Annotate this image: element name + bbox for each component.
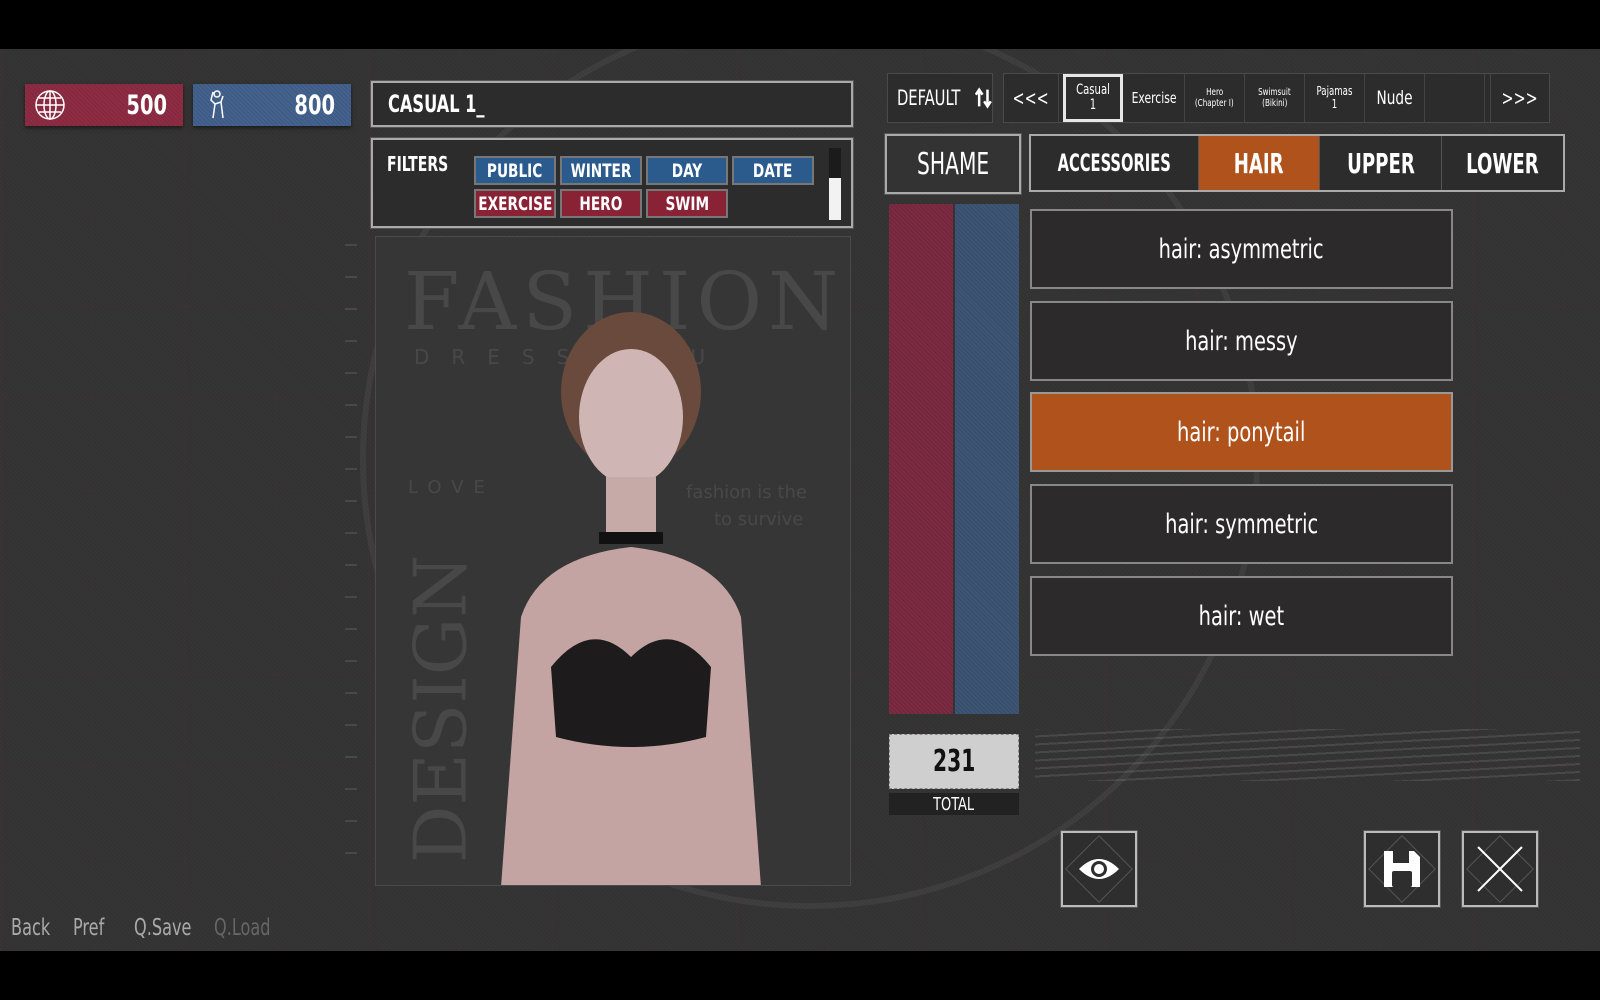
close-x-icon xyxy=(1477,846,1523,892)
shame-meter-blue xyxy=(955,204,1019,714)
tab-hair[interactable]: HAIR xyxy=(1198,136,1321,190)
filter-chip-label: HERO xyxy=(579,192,623,215)
filters-scrollbar[interactable] xyxy=(829,148,841,220)
tab-label: LOWER xyxy=(1466,146,1539,180)
decorative-stripes xyxy=(1035,729,1580,781)
hair-option-label: hair: messy xyxy=(1185,325,1298,357)
hair-option-label: hair: wet xyxy=(1198,600,1285,632)
sort-arrows-icon xyxy=(975,87,992,109)
outfit-tab-nude[interactable]: Nude xyxy=(1365,74,1425,122)
decorative-ruler xyxy=(345,244,357,884)
tab-sublabel: 1 xyxy=(1331,97,1338,111)
next-label: >>> xyxy=(1501,86,1539,110)
filter-chip-exercise[interactable]: EXERCISE xyxy=(474,189,556,218)
save-button[interactable] xyxy=(1363,830,1441,908)
character-figure-placeholder xyxy=(501,312,761,885)
sort-label: DEFAULT xyxy=(896,86,961,110)
total-value: 231 xyxy=(889,734,1019,789)
tab-label: HAIR xyxy=(1233,146,1284,180)
hair-option-label: hair: symmetric xyxy=(1164,508,1319,540)
total-label: TOTAL xyxy=(889,793,1019,815)
filters-label: FILTERS xyxy=(387,152,449,176)
filter-chip-swim[interactable]: SWIM xyxy=(646,189,728,218)
quick-label: Q.Save xyxy=(134,915,192,941)
filter-chip-label: DAY xyxy=(671,159,703,182)
shame-label: SHAME xyxy=(916,146,990,182)
shame-meter-red xyxy=(889,204,953,714)
quick-pref[interactable]: Pref xyxy=(73,915,113,941)
tab-label: Casual 1 xyxy=(1076,81,1110,113)
outfit-tab-bar: <<< Casual 1 Exercise Hero (Chapter I) Sw… xyxy=(1003,73,1550,123)
preview-toggle-button[interactable] xyxy=(1060,830,1138,908)
hair-option-label: hair: asymmetric xyxy=(1158,233,1324,265)
hair-option-symmetric[interactable]: hair: symmetric xyxy=(1030,484,1453,564)
filter-chip-label: SWIM xyxy=(665,192,709,215)
globe-icon xyxy=(35,90,65,120)
hair-option-asymmetric[interactable]: hair: asymmetric xyxy=(1030,209,1453,289)
resource-value-world: 500 xyxy=(126,89,167,121)
outfit-next-button[interactable]: >>> xyxy=(1490,74,1549,122)
filters-panel: FILTERS PUBLIC WINTER DAY DATE EXERCISE … xyxy=(370,137,854,229)
tab-upper[interactable]: UPPER xyxy=(1320,136,1443,190)
outfit-tab-casual1[interactable]: Casual 1 xyxy=(1063,74,1123,122)
close-button[interactable] xyxy=(1461,830,1539,908)
total-number: 231 xyxy=(932,744,976,779)
tab-label: ACCESSORIES xyxy=(1057,149,1171,177)
shame-button[interactable]: SHAME xyxy=(884,133,1022,195)
outfit-tab-pajamas[interactable]: Pajamas 1 xyxy=(1305,74,1365,122)
quick-label: Back xyxy=(11,915,51,941)
hair-option-messy[interactable]: hair: messy xyxy=(1030,301,1453,381)
poster-design: DESIGN xyxy=(398,554,483,864)
sort-default-button[interactable]: DEFAULT xyxy=(887,73,993,123)
resource-badge-body: 800 xyxy=(193,84,351,126)
tab-label: UPPER xyxy=(1346,146,1415,180)
tab-label: Nude xyxy=(1376,86,1413,109)
filter-chip-winter[interactable]: WINTER xyxy=(560,156,642,185)
resource-value-body: 800 xyxy=(294,89,335,121)
tab-accessories[interactable]: ACCESSORIES xyxy=(1031,136,1199,190)
outfit-tab-hero[interactable]: Hero (Chapter I) xyxy=(1185,74,1245,122)
category-tabs: ACCESSORIES HAIR UPPER LOWER xyxy=(1029,134,1565,192)
quick-label: Pref xyxy=(73,915,105,941)
outfit-tab-swimsuit[interactable]: Swimsuit (Bikini) xyxy=(1245,74,1305,122)
tab-sublabel: (Bikini) xyxy=(1261,98,1288,109)
quick-label: Q.Load xyxy=(214,915,271,941)
scrollbar-thumb[interactable] xyxy=(829,178,841,220)
tab-sublabel: (Chapter I) xyxy=(1195,98,1234,109)
quick-back[interactable]: Back xyxy=(11,915,61,941)
outfit-prev-button[interactable]: <<< xyxy=(1004,74,1059,122)
outfit-tab-empty[interactable] xyxy=(1425,74,1485,122)
filter-chip-label: DATE xyxy=(753,159,793,182)
tab-lower[interactable]: LOWER xyxy=(1442,136,1563,190)
hair-option-label: hair: ponytail xyxy=(1177,416,1306,448)
eye-icon xyxy=(1079,859,1119,879)
prev-label: <<< xyxy=(1012,86,1050,110)
pose-figure-icon xyxy=(210,90,224,119)
filter-chip-label: WINTER xyxy=(570,159,632,182)
tab-label: Hero xyxy=(1205,87,1224,98)
quick-load[interactable]: Q.Load xyxy=(214,915,286,941)
filter-chip-date[interactable]: DATE xyxy=(732,156,814,185)
outfit-name-value: CASUAL 1_ xyxy=(388,90,485,118)
quick-save[interactable]: Q.Save xyxy=(134,915,208,941)
filter-chip-hero[interactable]: HERO xyxy=(560,189,642,218)
tab-label: Swimsuit xyxy=(1258,87,1291,98)
character-preview: FASHION DRESS YOU LOVE DESIGN fashion is… xyxy=(375,236,851,886)
filter-chip-label: PUBLIC xyxy=(487,159,543,182)
tab-label: Exercise xyxy=(1132,88,1177,107)
hair-option-wet[interactable]: hair: wet xyxy=(1030,576,1453,656)
filter-chip-public[interactable]: PUBLIC xyxy=(474,156,556,185)
outfit-name-input[interactable]: CASUAL 1_ xyxy=(370,80,854,128)
wardrobe-screen: 500 800 CASUAL 1_ FILTERS PUBLIC WINTER … xyxy=(0,49,1600,951)
hair-option-ponytail[interactable]: hair: ponytail xyxy=(1030,392,1453,472)
outfit-tab-exercise[interactable]: Exercise xyxy=(1125,74,1185,122)
total-label-text: TOTAL xyxy=(933,793,975,815)
filter-chip-label: EXERCISE xyxy=(477,192,553,215)
floppy-disk-icon xyxy=(1384,851,1420,887)
filter-chip-day[interactable]: DAY xyxy=(646,156,728,185)
resource-badge-world: 500 xyxy=(25,84,183,126)
